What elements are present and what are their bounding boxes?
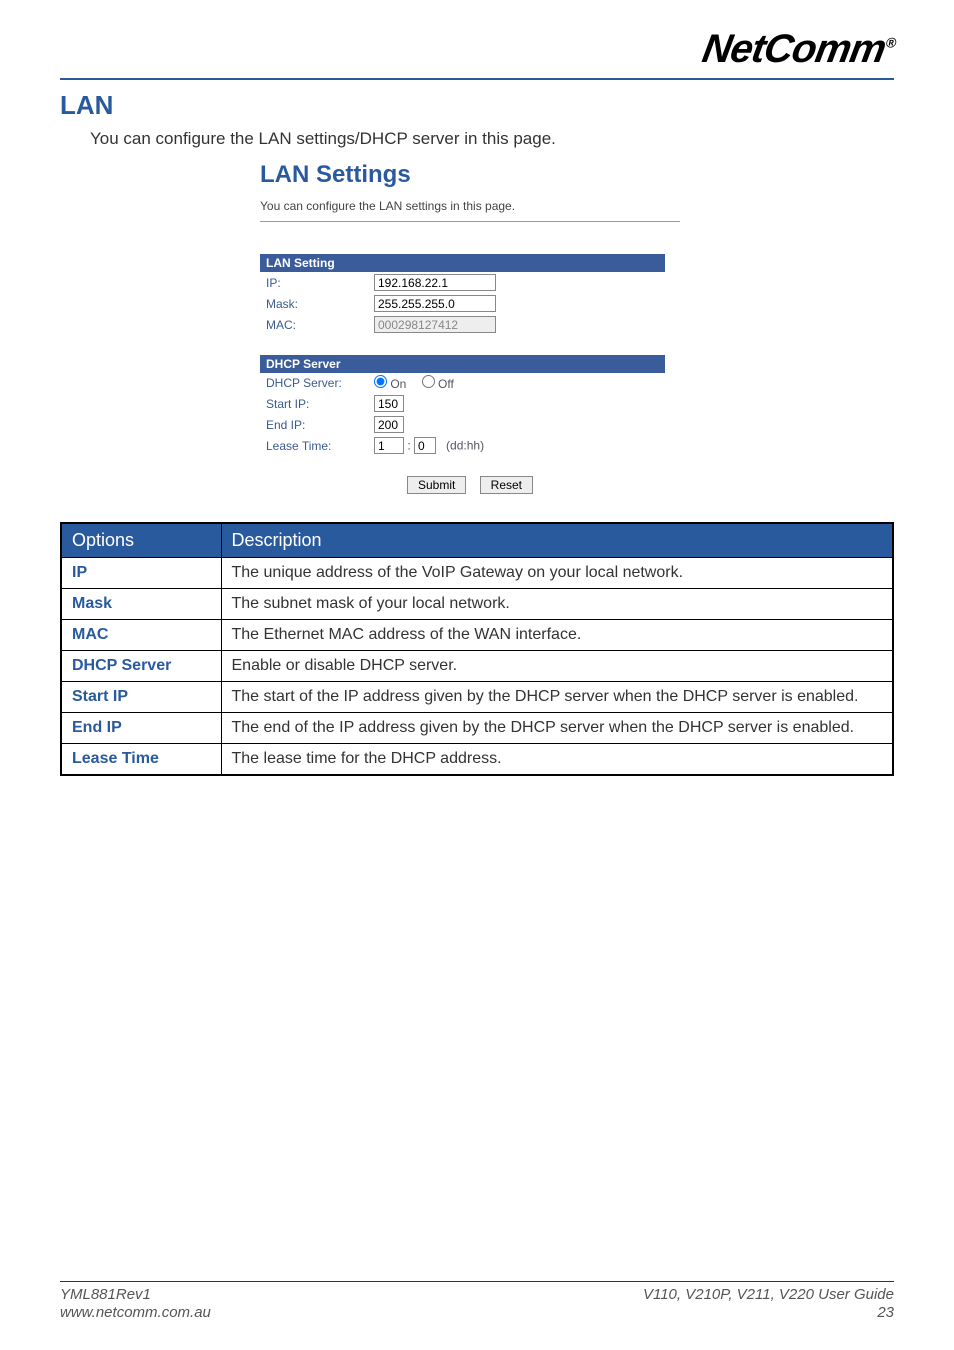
table-row: DHCP ServerEnable or disable DHCP server… — [61, 651, 893, 682]
embedded-subtitle: You can configure the LAN settings in th… — [260, 199, 680, 222]
dhcp-server-table: DHCP Server DHCP Server: On Off Start IP… — [260, 355, 665, 456]
table-row: MaskThe subnet mask of your local networ… — [61, 589, 893, 620]
dhcp-on-radio[interactable] — [374, 375, 387, 388]
table-row: IPThe unique address of the VoIP Gateway… — [61, 558, 893, 589]
dhcp-off-radio[interactable] — [422, 375, 435, 388]
table-row: Start IPThe start of the IP address give… — [61, 682, 893, 713]
registered-mark: ® — [884, 34, 896, 50]
table-row: Lease TimeThe lease time for the DHCP ad… — [61, 744, 893, 776]
lan-setting-header: LAN Setting — [260, 254, 665, 272]
lan-setting-table: LAN Setting IP: Mask: MAC: — [260, 254, 665, 335]
description-cell: The unique address of the VoIP Gateway o… — [221, 558, 893, 589]
mac-label: MAC: — [260, 314, 368, 335]
option-cell: End IP — [61, 713, 221, 744]
option-cell: MAC — [61, 620, 221, 651]
description-header: Description — [221, 523, 893, 558]
option-cell: Mask — [61, 589, 221, 620]
lease-hh-input[interactable] — [414, 437, 436, 454]
lease-dd-input[interactable] — [374, 437, 404, 454]
reset-button[interactable]: Reset — [480, 476, 533, 494]
page-footer: YML881Rev1 www.netcomm.com.au V110, V210… — [60, 1281, 894, 1322]
page-section-title: LAN — [60, 90, 894, 121]
description-cell: The subnet mask of your local network. — [221, 589, 893, 620]
lease-sep: : — [407, 439, 410, 453]
description-cell: The end of the IP address given by the D… — [221, 713, 893, 744]
dhcp-on-label: On — [390, 377, 406, 391]
option-cell: Lease Time — [61, 744, 221, 776]
footer-guide: User Guide — [814, 1286, 894, 1303]
description-cell: The start of the IP address given by the… — [221, 682, 893, 713]
embedded-title: LAN Settings — [260, 161, 680, 189]
dhcp-off-label: Off — [438, 377, 454, 391]
header-divider: NetComm® — [60, 20, 894, 80]
footer-rev: YML881Rev1 — [60, 1286, 211, 1304]
description-cell: The lease time for the DHCP address. — [221, 744, 893, 776]
ip-label: IP: — [260, 272, 368, 293]
brand-logo: NetComm® — [699, 27, 898, 72]
mask-label: Mask: — [260, 293, 368, 314]
lease-time-label: Lease Time: — [260, 435, 368, 456]
options-header: Options — [61, 523, 221, 558]
options-description-table: Options Description IPThe unique address… — [60, 522, 894, 776]
footer-page: 23 — [643, 1304, 894, 1322]
option-cell: Start IP — [61, 682, 221, 713]
description-cell: The Ethernet MAC address of the WAN inte… — [221, 620, 893, 651]
description-cell: Enable or disable DHCP server. — [221, 651, 893, 682]
lease-hint: (dd:hh) — [446, 439, 484, 453]
start-ip-input[interactable] — [374, 395, 404, 412]
option-cell: IP — [61, 558, 221, 589]
table-row: End IPThe end of the IP address given by… — [61, 713, 893, 744]
end-ip-input[interactable] — [374, 416, 404, 433]
dhcp-server-header: DHCP Server — [260, 355, 665, 373]
mac-input — [374, 316, 496, 333]
start-ip-label: Start IP: — [260, 393, 368, 414]
option-cell: DHCP Server — [61, 651, 221, 682]
embedded-screenshot: LAN Settings You can configure the LAN s… — [260, 161, 680, 494]
mask-input[interactable] — [374, 295, 496, 312]
table-row: MACThe Ethernet MAC address of the WAN i… — [61, 620, 893, 651]
end-ip-label: End IP: — [260, 414, 368, 435]
footer-models: V110, V210P, V211, V220 — [643, 1286, 814, 1303]
dhcp-server-label: DHCP Server: — [260, 373, 368, 393]
ip-input[interactable] — [374, 274, 496, 291]
submit-button[interactable]: Submit — [407, 476, 466, 494]
page-intro-text: You can configure the LAN settings/DHCP … — [90, 129, 894, 149]
brand-name: NetComm — [699, 27, 889, 71]
footer-url: www.netcomm.com.au — [60, 1304, 211, 1322]
